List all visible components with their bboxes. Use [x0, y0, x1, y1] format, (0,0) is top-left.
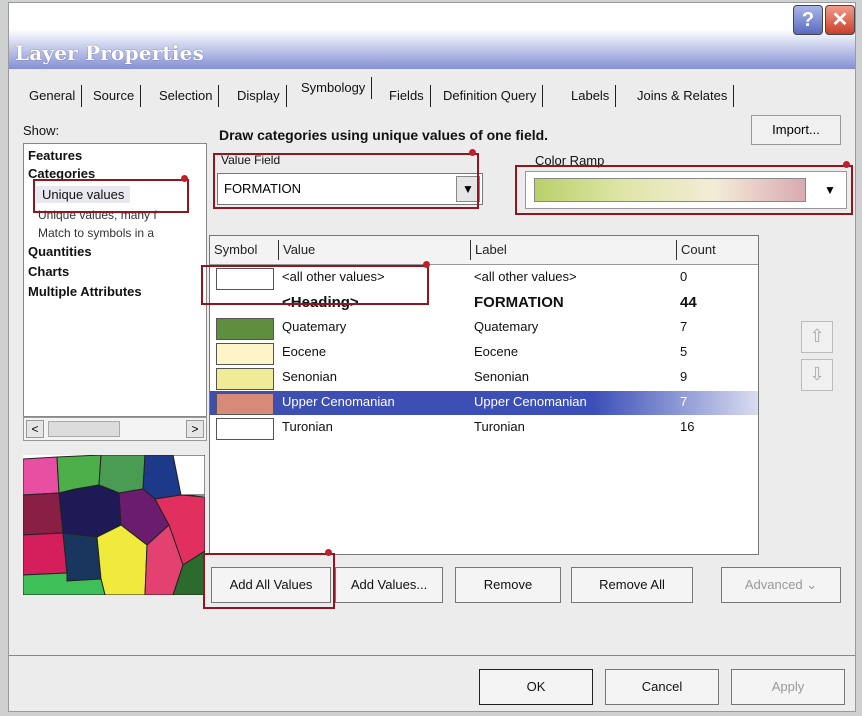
row-value: <Heading>	[282, 294, 359, 311]
tab-labels[interactable]: Labels	[565, 85, 617, 107]
show-item-multiple-attributes[interactable]: Multiple Attributes	[28, 284, 142, 299]
preview-map-image	[23, 455, 205, 595]
row-value: <all other values>	[282, 269, 385, 284]
add-values-button[interactable]: Add Values...	[335, 567, 443, 603]
layer-properties-dialog: Layer Properties ? ✕ General Source Sele…	[8, 2, 856, 712]
symbol-swatch[interactable]	[216, 418, 274, 440]
color-ramp-label: Color Ramp	[535, 153, 605, 168]
tab-symbology[interactable]: Symbology	[295, 77, 373, 99]
table-row[interactable]: Senonian Senonian 9	[210, 366, 758, 390]
row-label: Eocene	[474, 344, 519, 359]
row-label: Upper Cenomanian	[474, 394, 587, 409]
table-header: Symbol Value Label Count	[210, 236, 758, 265]
advanced-button[interactable]: Advanced ⌄	[721, 567, 841, 603]
tab-source[interactable]: Source	[87, 85, 142, 107]
close-button[interactable]: ✕	[825, 5, 855, 35]
ok-button[interactable]: OK	[479, 669, 593, 705]
header-count[interactable]: Count	[676, 240, 716, 260]
row-count: 16	[680, 419, 695, 434]
symbol-swatch[interactable]	[216, 318, 274, 340]
scroll-thumb[interactable]	[48, 421, 120, 437]
show-item-unique-values-many[interactable]: Unique values, many f	[38, 208, 157, 222]
tab-selection[interactable]: Selection	[153, 85, 220, 107]
tab-strip: General Source Selection Display Symbolo…	[23, 73, 793, 113]
highlight-marker	[325, 549, 332, 556]
row-value: Eocene	[282, 344, 327, 359]
tab-general[interactable]: General	[23, 85, 83, 107]
footer-divider	[9, 655, 855, 656]
dialog-title: Layer Properties	[15, 41, 205, 65]
symbology-preview-map	[23, 455, 205, 595]
show-item-unique-values[interactable]: Unique values	[36, 186, 131, 203]
show-item-features[interactable]: Features	[28, 148, 82, 163]
row-count: 9	[680, 369, 688, 384]
symbol-swatch[interactable]	[216, 343, 274, 365]
header-symbol[interactable]: Symbol	[210, 240, 257, 260]
value-field-label: Value Field	[221, 153, 281, 167]
move-up-icon[interactable]: ⇧	[801, 321, 833, 353]
description-text: Draw categories using unique values of o…	[219, 127, 549, 143]
show-item-match-to-symbols[interactable]: Match to symbols in a	[38, 226, 154, 240]
chevron-down-icon[interactable]: ▼	[820, 180, 840, 200]
table-row[interactable]: Eocene Eocene 5	[210, 341, 758, 365]
symbol-swatch[interactable]	[216, 393, 274, 415]
scroll-right-icon[interactable]: >	[186, 420, 204, 438]
row-label: <all other values>	[474, 269, 577, 284]
row-value: Turonian	[282, 419, 333, 434]
row-value: Senonian	[282, 369, 337, 384]
tab-display[interactable]: Display	[231, 85, 287, 107]
move-down-icon[interactable]: ⇩	[801, 359, 833, 391]
symbol-swatch[interactable]	[216, 268, 274, 290]
row-count: 7	[680, 319, 688, 334]
remove-all-button[interactable]: Remove All	[571, 567, 693, 603]
title-bar: Layer Properties ? ✕	[9, 3, 855, 69]
table-row[interactable]: Turonian Turonian 16	[210, 416, 758, 440]
scroll-left-icon[interactable]: <	[26, 420, 44, 438]
table-row[interactable]: <Heading> FORMATION 44	[210, 291, 758, 315]
row-count: 44	[680, 294, 697, 311]
value-field-value: FORMATION	[224, 181, 302, 196]
tab-fields[interactable]: Fields	[383, 85, 431, 107]
remove-button[interactable]: Remove	[455, 567, 561, 603]
row-label: Quatemary	[474, 319, 539, 334]
table-row[interactable]: Quatemary Quatemary 7	[210, 316, 758, 340]
show-tree: Features Categories Unique values Unique…	[23, 143, 207, 417]
symbology-panel: Show: Features Categories Unique values …	[23, 115, 859, 645]
add-all-values-button[interactable]: Add All Values	[211, 567, 331, 603]
row-label: Turonian	[474, 419, 525, 434]
tab-joins-relates[interactable]: Joins & Relates	[631, 85, 735, 107]
tab-definition-query[interactable]: Definition Query	[437, 85, 544, 107]
row-value: Quatemary	[282, 319, 347, 334]
table-row[interactable]: <all other values> <all other values> 0	[210, 266, 758, 290]
show-item-categories[interactable]: Categories	[28, 166, 95, 181]
highlight-marker	[469, 149, 476, 156]
apply-button[interactable]: Apply	[731, 669, 845, 705]
show-item-quantities[interactable]: Quantities	[28, 244, 92, 259]
symbol-swatch[interactable]	[216, 368, 274, 390]
show-horizontal-scrollbar[interactable]: < >	[23, 417, 207, 441]
highlight-marker	[181, 175, 188, 182]
row-count: 7	[680, 394, 688, 409]
show-label: Show:	[23, 123, 60, 138]
import-button[interactable]: Import...	[751, 115, 841, 145]
categories-table: Symbol Value Label Count <all other valu…	[209, 235, 759, 555]
highlight-marker	[423, 261, 430, 268]
row-value: Upper Cenomanian	[282, 394, 395, 409]
row-count: 0	[680, 269, 688, 284]
help-button[interactable]: ?	[793, 5, 823, 35]
highlight-marker	[843, 161, 850, 168]
show-item-charts[interactable]: Charts	[28, 264, 69, 279]
chevron-down-icon[interactable]: ▼	[456, 176, 480, 202]
value-field-select[interactable]: FORMATION ▼	[217, 173, 483, 205]
row-label: FORMATION	[474, 294, 564, 311]
color-ramp-select[interactable]: ▼	[525, 171, 847, 209]
header-value[interactable]: Value	[278, 240, 315, 260]
cancel-button[interactable]: Cancel	[605, 669, 719, 705]
table-row[interactable]: Upper Cenomanian Upper Cenomanian 7	[210, 391, 758, 415]
header-label[interactable]: Label	[470, 240, 507, 260]
row-count: 5	[680, 344, 688, 359]
color-ramp-swatch	[534, 178, 806, 202]
row-label: Senonian	[474, 369, 529, 384]
